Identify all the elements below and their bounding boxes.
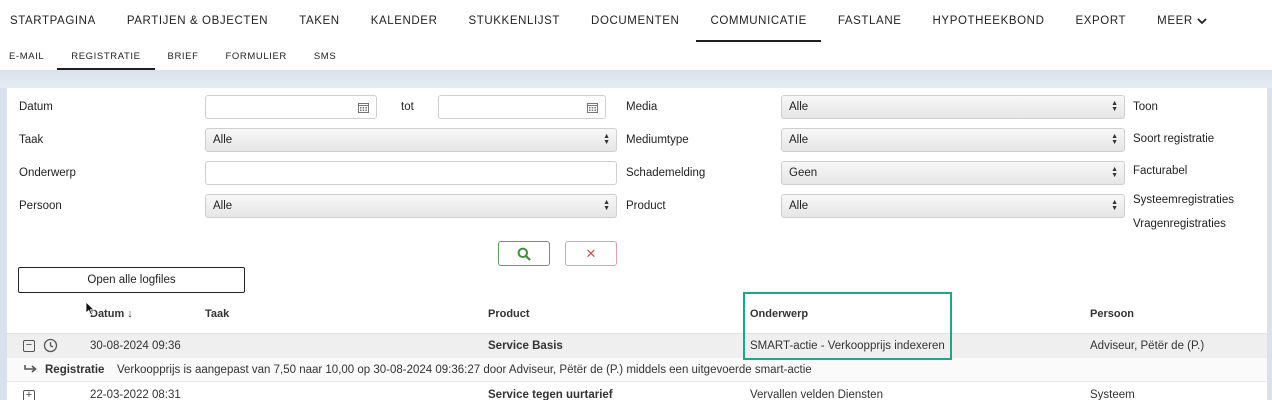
systeemregistraties-label: Systeemregistraties [1133,194,1234,206]
taak-select[interactable]: Alle ▲ ▼ [205,128,617,152]
select-arrows-icon: ▲ ▼ [1111,199,1118,212]
select-arrows-icon: ▲ ▼ [603,133,610,146]
header-band [0,70,1272,88]
row-product: Service Basis [488,340,563,352]
calendar-icon[interactable] [580,95,604,119]
row-detail-text: Verkoopprijs is aangepast van 7,50 naar … [117,364,812,376]
subnav-registratie[interactable]: REGISTRATIE [57,42,155,70]
schademelding-select[interactable]: Geen ▲ ▼ [781,161,1125,185]
datum-label: Datum [19,101,53,113]
taak-label: Taak [19,134,44,146]
taak-select-value: Alle [213,134,233,146]
column-header-product[interactable]: Product [488,308,530,320]
nav-meer-label: MEER [1157,15,1193,27]
soort-registratie-label: Soort registratie [1133,133,1215,145]
sub-navigation: E-MAIL REGISTRATIE BRIEF FORMULIER SMS [0,42,1272,70]
toon-label: Toon [1133,101,1158,113]
schademelding-label: Schademelding [626,167,706,179]
row-datum: 30-08-2024 09:36 [90,340,181,352]
nav-fastlane[interactable]: FASTLANE [838,0,902,42]
chevron-down-icon [1197,17,1207,24]
column-header-persoon[interactable]: Persoon [1090,308,1134,320]
nav-startpagina[interactable]: STARTPAGINA [10,0,96,42]
table-row[interactable] [7,334,1267,358]
open-logfiles-button[interactable]: Open alle logfiles [18,267,245,293]
media-label: Media [626,101,658,113]
persoon-select[interactable]: Alle ▲ ▼ [205,194,617,218]
row-persoon: Systeem [1090,389,1135,400]
subnav-brief[interactable]: BRIEF [168,42,199,70]
sort-descending-icon: ↓ [127,308,133,320]
row-persoon: Adviseur, Pëtër de (P.) [1090,340,1205,352]
subnav-sms[interactable]: SMS [314,42,336,70]
nav-stukkenlijst[interactable]: STUKKENLIJST [468,0,560,42]
mediumtype-select[interactable]: Alle ▲ ▼ [781,128,1125,152]
subnav-formulier[interactable]: FORMULIER [226,42,287,70]
column-header-datum[interactable]: Datum ↓ [90,308,133,320]
select-arrows-icon: ▲ ▼ [1111,133,1118,146]
nav-hypotheekbond[interactable]: HYPOTHEEKBOND [933,0,1045,42]
row-product: Service tegen uurtarief [488,389,613,400]
nav-taken[interactable]: TAKEN [299,0,340,42]
product-select[interactable]: Alle ▲ ▼ [781,194,1125,218]
onderwerp-input[interactable] [205,161,617,185]
product-select-value: Alle [789,200,809,212]
right-border [1267,88,1272,400]
clock-icon [43,338,58,353]
select-arrows-icon: ▲ ▼ [603,199,610,212]
nav-communicatie[interactable]: COMMUNICATIE [696,0,822,42]
vragenregistraties-label: Vragenregistraties [1133,218,1226,230]
persoon-select-value: Alle [213,200,233,212]
row-detail-label: Registratie [45,364,105,376]
onderwerp-highlight-box [743,292,952,360]
top-navigation: STARTPAGINA PARTIJEN & OBJECTEN TAKEN KA… [0,0,1272,42]
row-onderwerp: Vervallen velden Diensten [750,389,883,400]
persoon-label: Persoon [19,200,62,212]
schademelding-select-value: Geen [789,167,818,179]
onderwerp-label: Onderwerp [19,167,76,179]
media-select[interactable]: Alle ▲ ▼ [781,95,1125,119]
column-header-datum-label: Datum [90,308,125,320]
expand-icon[interactable]: + [23,390,35,400]
mediumtype-label: Mediumtype [626,134,689,146]
column-header-taak[interactable]: Taak [205,308,229,320]
clear-button[interactable]: ✕ [565,241,617,266]
calendar-icon[interactable] [351,95,375,119]
select-arrows-icon: ▲ ▼ [1111,100,1118,113]
reply-arrow-icon [24,365,37,373]
mediumtype-select-value: Alle [789,134,809,146]
nav-documenten[interactable]: DOCUMENTEN [591,0,679,42]
nav-meer[interactable]: MEER [1157,0,1207,42]
mouse-cursor-icon [85,301,95,316]
collapse-icon[interactable]: − [23,340,35,352]
nav-kalender[interactable]: KALENDER [371,0,438,42]
nav-partijen-objecten[interactable]: PARTIJEN & OBJECTEN [127,0,268,42]
search-icon [517,247,531,261]
close-icon: ✕ [585,245,597,261]
select-arrows-icon: ▲ ▼ [1111,166,1118,179]
subnav-email[interactable]: E-MAIL [9,42,44,70]
search-button[interactable] [498,241,550,266]
row-datum: 22-03-2022 08:31 [90,389,181,400]
nav-export[interactable]: EXPORT [1075,0,1126,42]
tot-label: tot [401,101,414,113]
product-label: Product [626,200,666,212]
media-select-value: Alle [789,101,809,113]
left-border [0,88,7,400]
facturabel-label: Facturabel [1133,165,1188,177]
